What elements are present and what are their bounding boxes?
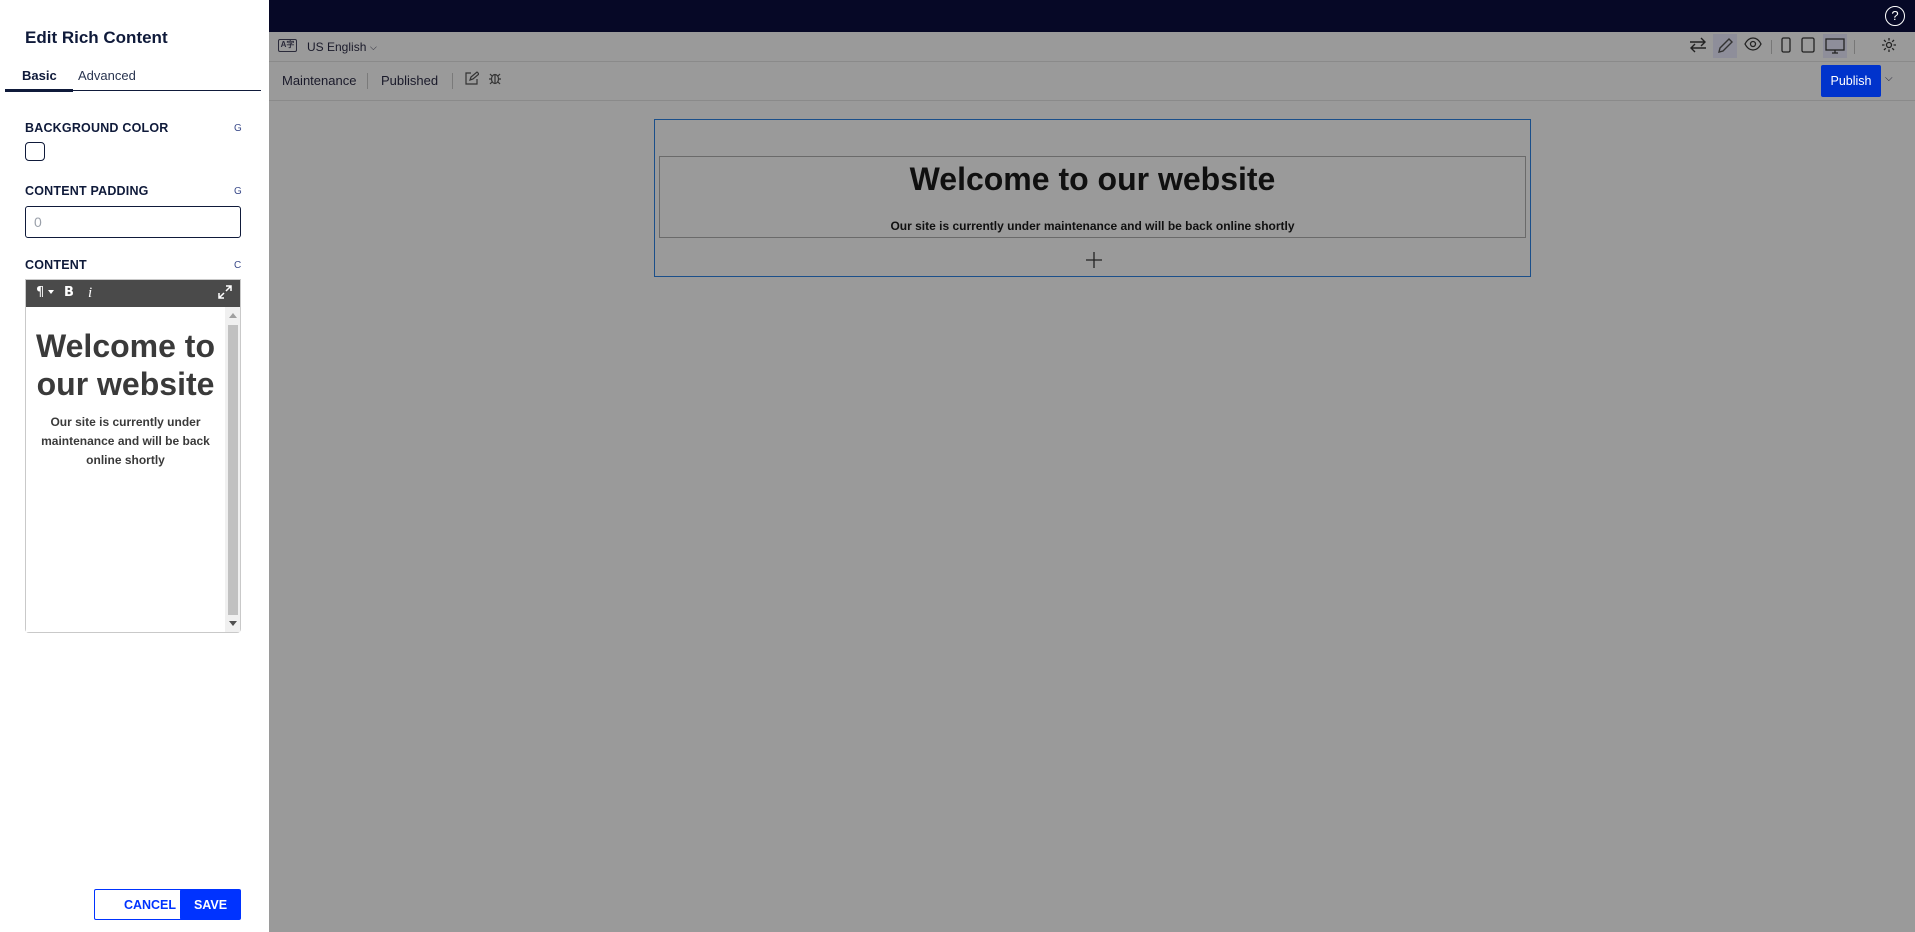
phone-icon[interactable] xyxy=(1781,37,1791,58)
content-padding-flag: G xyxy=(234,186,242,197)
gear-icon[interactable] xyxy=(1881,37,1897,58)
canvas-section[interactable]: Welcome to our website Our site is curre… xyxy=(654,119,1531,277)
background-color-flag: G xyxy=(234,123,242,134)
panel-title: Edit Rich Content xyxy=(25,28,168,47)
italic-button[interactable]: i xyxy=(88,284,92,302)
publish-options-chevron-icon[interactable]: ⌵ xyxy=(1885,73,1893,84)
paragraph-format-button[interactable]: ¶ xyxy=(36,284,44,302)
scroll-thumb[interactable] xyxy=(228,325,238,615)
rich-text-editor: ¶ B i Welcome to our website Our site is… xyxy=(25,279,241,633)
breadcrumb-separator xyxy=(452,73,453,89)
toolbar-separator xyxy=(1771,40,1772,54)
tab-basic[interactable]: Basic xyxy=(22,68,57,83)
language-selector[interactable]: US English xyxy=(307,40,366,54)
publish-button[interactable]: Publish xyxy=(1821,65,1881,97)
edit-page-icon[interactable] xyxy=(465,71,480,88)
breadcrumb-separator xyxy=(367,73,368,89)
tablet-icon[interactable] xyxy=(1801,37,1815,58)
pencil-icon xyxy=(1718,38,1733,53)
rich-content-block[interactable]: Welcome to our website Our site is curre… xyxy=(659,156,1526,238)
eye-icon[interactable] xyxy=(1744,37,1762,56)
editor-toolbar: ¶ B i xyxy=(26,280,240,307)
bug-icon[interactable] xyxy=(488,71,502,88)
content-padding-input[interactable] xyxy=(25,206,241,238)
add-block-icon[interactable] xyxy=(1084,248,1104,274)
top-bar: ? xyxy=(269,0,1915,32)
help-icon[interactable]: ? xyxy=(1885,6,1905,26)
breadcrumb-page-name[interactable]: Maintenance xyxy=(282,73,356,88)
editor-heading: Welcome to our website xyxy=(36,328,215,402)
panel-tabs: Basic Advanced xyxy=(5,64,261,92)
save-button[interactable]: SAVE xyxy=(180,889,241,920)
active-tab-indicator xyxy=(5,89,73,92)
desktop-icon[interactable] xyxy=(1823,34,1847,58)
scroll-down-icon[interactable] xyxy=(229,621,237,626)
page-status: Published xyxy=(381,73,439,88)
editor-paragraph: Our site is currently under maintenance … xyxy=(41,415,210,467)
editor-scrollbar[interactable] xyxy=(225,307,240,632)
edit-panel: Edit Rich Content Basic Advanced BACKGRO… xyxy=(0,0,269,932)
swap-icon[interactable] xyxy=(1689,37,1707,58)
background-color-swatch[interactable] xyxy=(25,142,45,161)
locale-toolbar: A字 US English ⌵ xyxy=(269,32,1915,62)
language-icon: A字 xyxy=(278,39,297,52)
toolbar-separator xyxy=(1854,40,1855,54)
page-toolbar: Maintenance Published Publish ⌵ xyxy=(269,63,1915,101)
editor-body[interactable]: Welcome to our website Our site is curre… xyxy=(26,307,225,632)
content-flag: C xyxy=(234,260,242,271)
canvas-paragraph: Our site is currently under maintenance … xyxy=(890,219,1295,233)
background-color-label: BACKGROUND COLOR xyxy=(25,121,169,135)
edit-mode-toggle[interactable] xyxy=(1713,34,1737,58)
tab-advanced[interactable]: Advanced xyxy=(78,68,136,83)
content-label: CONTENT xyxy=(25,258,87,272)
chevron-down-icon[interactable]: ⌵ xyxy=(370,42,377,53)
paragraph-caret-icon xyxy=(48,290,54,294)
expand-icon[interactable] xyxy=(218,285,232,303)
bold-button[interactable]: B xyxy=(64,284,74,302)
content-padding-label: CONTENT PADDING xyxy=(25,184,149,198)
canvas-heading: Welcome to our website xyxy=(909,161,1276,197)
scroll-up-icon[interactable] xyxy=(229,313,237,318)
